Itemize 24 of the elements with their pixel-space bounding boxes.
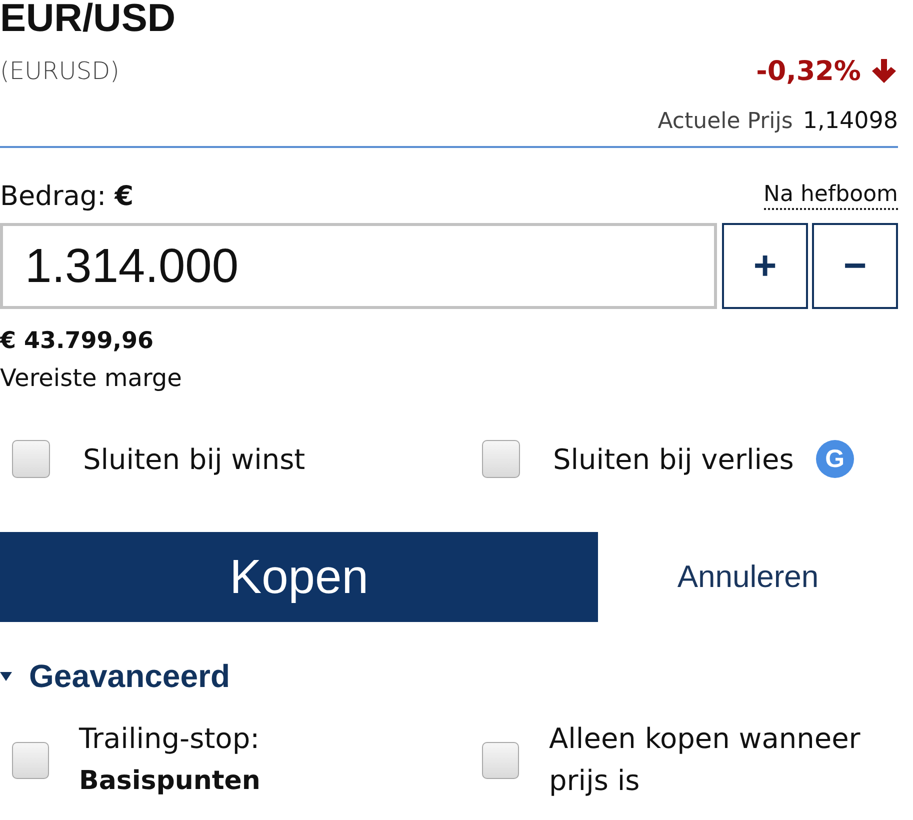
checkbox[interactable] <box>482 440 520 478</box>
cancel-button[interactable]: Annuleren <box>677 559 819 595</box>
checkbox-label[interactable]: Alleen kopen wanneer prijs is <box>549 718 879 802</box>
checkbox[interactable] <box>482 742 519 778</box>
checkbox-label[interactable]: Sluiten bij verlies <box>553 442 794 476</box>
price-label: Actuele Prijs <box>658 108 793 134</box>
decrease-button[interactable]: − <box>812 223 898 309</box>
caret-icon[interactable] <box>0 672 12 680</box>
amount-label: Bedrag: € <box>0 180 134 212</box>
checkbox-detail: Basispunten <box>79 765 260 798</box>
advanced-toggle[interactable]: Geavanceerd <box>29 658 230 694</box>
checkbox-label[interactable]: Sluiten bij winst <box>83 442 306 476</box>
price-change: -0,32% <box>756 56 861 86</box>
instrument-symbol: (EURUSD) <box>0 57 120 85</box>
increase-button[interactable]: + <box>722 223 808 309</box>
margin-label: Vereiste marge <box>0 363 183 393</box>
checkbox-label[interactable]: Trailing-stop: <box>79 718 260 760</box>
amount-input[interactable]: 1.314.000 <box>0 223 717 309</box>
price-value: 1,14098 <box>802 108 898 134</box>
buy-button[interactable]: Kopen <box>0 532 598 622</box>
checkbox[interactable] <box>12 742 49 778</box>
instrument-title: EUR/USD <box>0 0 177 42</box>
checkbox[interactable] <box>12 440 50 478</box>
leverage-link[interactable]: Na hefboom <box>764 182 898 210</box>
